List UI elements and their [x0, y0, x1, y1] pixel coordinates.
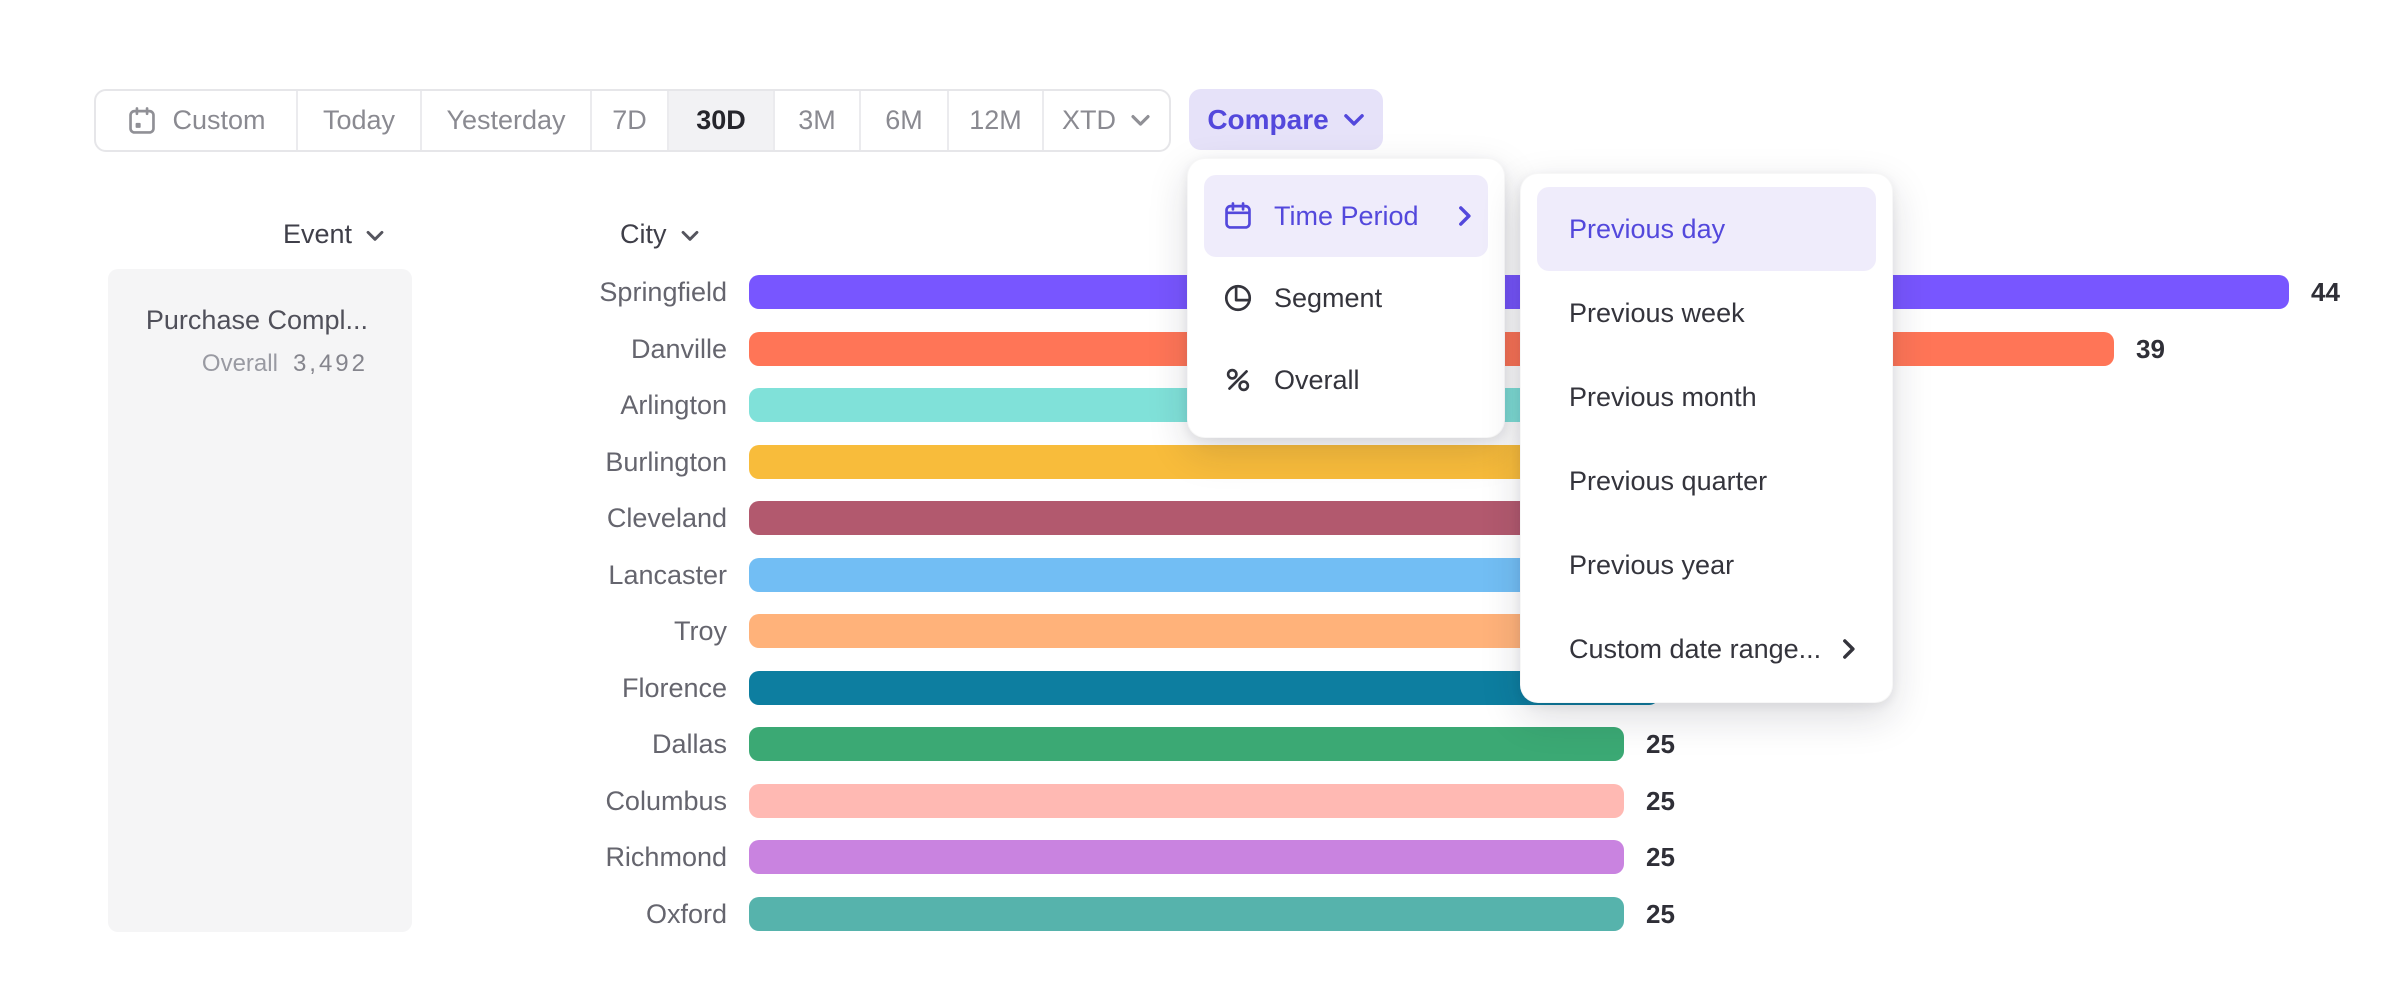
bar-label-columbus: Columbus [400, 773, 727, 829]
bar-springfield[interactable] [749, 275, 2289, 309]
bar-value-richmond: 25 [1646, 840, 1675, 874]
chevron-right-icon [1458, 205, 1472, 227]
date-range-toolbar: Custom Today Yesterday 7D 30D 3M 6M 12M XTD [94, 89, 1171, 152]
chevron-right-icon [1842, 638, 1856, 660]
bar-label-oxford: Oxford [400, 886, 727, 942]
menu-item-label: Overall [1274, 365, 1472, 396]
bar-label-burlington: Burlington [400, 434, 727, 490]
compare-button[interactable]: Compare [1189, 89, 1383, 150]
bar-label-florence: Florence [400, 660, 727, 716]
bar-label-richmond: Richmond [400, 829, 727, 885]
toolbar-item-label: 30D [696, 105, 746, 136]
time-period-menu: Previous day Previous week Previous month P… [1520, 173, 1893, 703]
overall-label: Overall [202, 350, 278, 378]
menu-item-previous-year[interactable]: Previous year [1537, 523, 1876, 607]
segment-icon [1222, 282, 1254, 314]
toolbar-item-12m[interactable]: 12M [949, 91, 1044, 150]
menu-item-label: Custom date range... [1569, 634, 1842, 665]
chevron-down-icon [1343, 113, 1365, 127]
menu-item-previous-quarter[interactable]: Previous quarter [1537, 439, 1876, 523]
bar-value-springfield: 44 [2311, 275, 2340, 309]
menu-item-label: Previous day [1569, 214, 1856, 245]
bar-label-troy: Troy [400, 603, 727, 659]
toolbar-item-xtd[interactable]: XTD [1044, 91, 1169, 150]
toolbar-item-label: Custom [172, 105, 265, 136]
bar-dallas[interactable] [749, 727, 1624, 761]
menu-item-label: Previous week [1569, 298, 1856, 329]
menu-item-label: Previous year [1569, 550, 1856, 581]
bar-columbus[interactable] [749, 784, 1624, 818]
bar-label-lancaster: Lancaster [400, 547, 727, 603]
menu-item-label: Previous month [1569, 382, 1856, 413]
toolbar-item-6m[interactable]: 6M [861, 91, 949, 150]
event-header-label: Event [283, 219, 352, 250]
overall-value: 3,492 [293, 350, 368, 378]
bar-oxford[interactable] [749, 897, 1624, 931]
toolbar-item-7d[interactable]: 7D [592, 91, 669, 150]
chevron-down-icon [365, 230, 385, 242]
chevron-down-icon [1130, 114, 1151, 127]
city-column-header[interactable]: City [620, 217, 700, 251]
toolbar-item-30d[interactable]: 30D [669, 91, 775, 150]
compare-button-label: Compare [1207, 104, 1328, 136]
menu-item-time-period[interactable]: Time Period [1204, 175, 1488, 257]
bar-value-danville: 39 [2136, 332, 2165, 366]
menu-item-overall[interactable]: Overall [1204, 339, 1488, 421]
compare-menu: Time Period Segment Overall [1187, 158, 1505, 438]
chevron-down-icon [680, 230, 700, 242]
menu-item-segment[interactable]: Segment [1204, 257, 1488, 339]
toolbar-item-label: Today [323, 105, 395, 136]
bar-label-arlington: Arlington [400, 377, 727, 433]
event-stats: Overall 3,492 [126, 350, 368, 378]
bar-label-cleveland: Cleveland [400, 490, 727, 546]
menu-item-custom-date-range[interactable]: Custom date range... [1537, 607, 1876, 691]
bar-value-oxford: 25 [1646, 897, 1675, 931]
toolbar-item-3m[interactable]: 3M [775, 91, 861, 150]
city-header-label: City [620, 219, 667, 250]
calendar-icon [126, 105, 158, 137]
bar-richmond[interactable] [749, 840, 1624, 874]
event-name: Purchase Compl... [126, 305, 368, 336]
menu-item-label: Segment [1274, 283, 1472, 314]
toolbar-item-label: 3M [798, 105, 836, 136]
menu-item-label: Time Period [1274, 201, 1438, 232]
calendar-period-icon [1222, 200, 1254, 232]
bar-value-dallas: 25 [1646, 727, 1675, 761]
bar-label-danville: Danville [400, 321, 727, 377]
bar-label-dallas: Dallas [400, 716, 727, 772]
toolbar-item-today[interactable]: Today [298, 91, 422, 150]
menu-item-previous-week[interactable]: Previous week [1537, 271, 1876, 355]
event-card[interactable]: Purchase Compl... Overall 3,492 [108, 269, 412, 932]
menu-item-label: Previous quarter [1569, 466, 1856, 497]
toolbar-item-label: 12M [969, 105, 1022, 136]
bar-label-springfield: Springfield [400, 264, 727, 320]
menu-item-previous-month[interactable]: Previous month [1537, 355, 1876, 439]
bar-value-columbus: 25 [1646, 784, 1675, 818]
toolbar-item-label: Yesterday [446, 105, 565, 136]
menu-item-previous-day[interactable]: Previous day [1537, 187, 1876, 271]
toolbar-item-label: XTD [1062, 105, 1116, 136]
analytics-page: Custom Today Yesterday 7D 30D 3M 6M 12M XTD Comp… [0, 0, 2394, 1004]
toolbar-item-custom[interactable]: Custom [96, 91, 298, 150]
percent-icon [1222, 364, 1254, 396]
toolbar-item-label: 6M [885, 105, 923, 136]
event-column-header[interactable]: Event [283, 217, 385, 251]
toolbar-item-label: 7D [612, 105, 647, 136]
toolbar-item-yesterday[interactable]: Yesterday [422, 91, 592, 150]
